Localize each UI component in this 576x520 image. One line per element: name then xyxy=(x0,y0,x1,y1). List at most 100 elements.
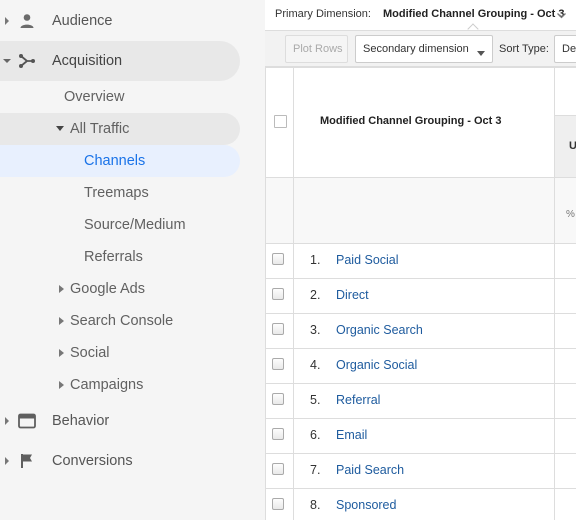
behavior-window-icon xyxy=(16,410,38,432)
sidebar-item-referrals[interactable]: Referrals xyxy=(0,241,240,273)
row-divider xyxy=(265,177,576,178)
channel-link[interactable]: Organic Social xyxy=(336,358,417,372)
table-row: 7. Paid Search xyxy=(265,453,576,488)
sidebar-item-acquisition[interactable]: Acquisition xyxy=(0,41,240,81)
row-divider xyxy=(265,453,576,454)
caret-down-icon xyxy=(2,56,12,66)
table-row: 2. Direct xyxy=(265,278,576,313)
channels-table: Modified Channel Grouping - Oct 3 U % 1.… xyxy=(265,67,576,520)
table-row: 3. Organic Search xyxy=(265,313,576,348)
sidebar-item-label: Search Console xyxy=(70,313,174,329)
row-divider xyxy=(265,488,576,489)
sidebar-item-overview[interactable]: Overview xyxy=(0,81,240,113)
caret-right-icon xyxy=(2,416,12,426)
sidebar: Audience Acquisition Overview All Traffi… xyxy=(0,0,265,520)
sidebar-item-channels[interactable]: Channels xyxy=(0,145,240,177)
column-header-channel-grouping[interactable]: Modified Channel Grouping - Oct 3 xyxy=(320,115,502,127)
row-checkbox[interactable] xyxy=(272,288,284,300)
channel-link[interactable]: Email xyxy=(336,428,367,442)
channel-link[interactable]: Paid Social xyxy=(336,253,399,267)
row-index: 1. xyxy=(310,253,321,267)
channel-link[interactable]: Sponsored xyxy=(336,498,396,512)
row-index: 7. xyxy=(310,463,321,477)
row-checkbox[interactable] xyxy=(272,463,284,475)
channel-link[interactable]: Organic Search xyxy=(336,323,423,337)
sidebar-item-conversions[interactable]: Conversions xyxy=(0,441,240,481)
row-checkbox[interactable] xyxy=(272,253,284,265)
chevron-down-icon[interactable] xyxy=(557,10,566,22)
report-main: Primary Dimension: Modified Channel Grou… xyxy=(265,0,576,520)
sidebar-item-all-traffic[interactable]: All Traffic xyxy=(0,113,240,145)
secondary-dimension-dropdown[interactable]: Secondary dimension xyxy=(355,35,493,63)
row-index: 2. xyxy=(310,288,321,302)
row-index: 4. xyxy=(310,358,321,372)
table-row: 6. Email xyxy=(265,418,576,453)
sidebar-item-audience[interactable]: Audience xyxy=(0,1,240,41)
caret-right-icon xyxy=(58,285,66,293)
sidebar-item-label: Behavior xyxy=(52,413,110,429)
table-row: 8. Sponsored xyxy=(265,488,576,520)
sort-type-label: Sort Type: xyxy=(499,43,549,55)
table-header: Modified Channel Grouping - Oct 3 U xyxy=(265,67,576,177)
sidebar-item-label: Treemaps xyxy=(84,185,149,201)
caret-right-icon xyxy=(58,381,66,389)
row-divider xyxy=(265,278,576,279)
sidebar-item-label: Source/Medium xyxy=(84,217,186,233)
sidebar-item-label: Google Ads xyxy=(70,281,145,297)
row-divider xyxy=(265,348,576,349)
row-index: 8. xyxy=(310,498,321,512)
primary-dimension-label: Primary Dimension: xyxy=(275,8,371,20)
summary-percent-label: % xyxy=(566,209,575,220)
row-divider xyxy=(265,313,576,314)
plot-rows-button[interactable]: Plot Rows xyxy=(285,35,348,63)
sidebar-item-search-console[interactable]: Search Console xyxy=(0,305,240,337)
sidebar-item-label: Referrals xyxy=(84,249,143,265)
caret-right-icon xyxy=(58,317,66,325)
flag-icon xyxy=(16,450,38,472)
caret-down-icon xyxy=(477,47,485,59)
metric-column-header-label: U xyxy=(569,140,576,152)
row-checkbox[interactable] xyxy=(272,498,284,510)
row-divider xyxy=(265,67,576,68)
channel-link[interactable]: Referral xyxy=(336,393,380,407)
select-all-checkbox[interactable] xyxy=(274,115,287,128)
row-checkbox[interactable] xyxy=(272,323,284,335)
sidebar-item-label: Campaigns xyxy=(70,377,144,393)
caret-right-icon xyxy=(58,349,66,357)
table-row: 1. Paid Social xyxy=(265,243,576,278)
row-index: 3. xyxy=(310,323,321,337)
row-checkbox[interactable] xyxy=(272,393,284,405)
table-summary-row: % xyxy=(265,177,576,243)
table-row: 4. Organic Social xyxy=(265,348,576,383)
sidebar-item-social[interactable]: Social xyxy=(0,337,240,369)
report-toolbar: Plot Rows Secondary dimension Sort Type:… xyxy=(265,30,576,67)
row-checkbox[interactable] xyxy=(272,428,284,440)
channel-link[interactable]: Paid Search xyxy=(336,463,404,477)
row-divider xyxy=(265,383,576,384)
row-checkbox[interactable] xyxy=(272,358,284,370)
row-index: 6. xyxy=(310,428,321,442)
sort-type-dropdown[interactable]: De xyxy=(554,35,576,63)
sidebar-item-google-ads[interactable]: Google Ads xyxy=(0,273,240,305)
sidebar-item-label: Conversions xyxy=(52,453,133,469)
person-icon xyxy=(16,10,38,32)
primary-dimension-bar: Primary Dimension: Modified Channel Grou… xyxy=(265,0,576,35)
row-divider xyxy=(265,243,576,244)
sidebar-item-source-medium[interactable]: Source/Medium xyxy=(0,209,240,241)
secondary-dimension-label: Secondary dimension xyxy=(363,43,469,55)
sidebar-item-behavior[interactable]: Behavior xyxy=(0,401,240,441)
sidebar-item-treemaps[interactable]: Treemaps xyxy=(0,177,240,209)
sidebar-item-label: Audience xyxy=(52,13,113,29)
sidebar-item-label: Channels xyxy=(84,153,146,169)
channel-link[interactable]: Direct xyxy=(336,288,369,302)
sidebar-item-label: Acquisition xyxy=(52,53,123,69)
caret-down-icon xyxy=(56,125,64,133)
primary-dimension-selector[interactable]: Modified Channel Grouping - Oct 3 xyxy=(383,8,565,20)
row-divider xyxy=(265,418,576,419)
sidebar-item-label: Overview xyxy=(64,89,125,105)
sidebar-item-label: All Traffic xyxy=(70,121,130,137)
caret-right-icon xyxy=(2,456,12,466)
caret-right-icon xyxy=(2,16,12,26)
table-row: 5. Referral xyxy=(265,383,576,418)
sidebar-item-campaigns[interactable]: Campaigns xyxy=(0,369,240,401)
